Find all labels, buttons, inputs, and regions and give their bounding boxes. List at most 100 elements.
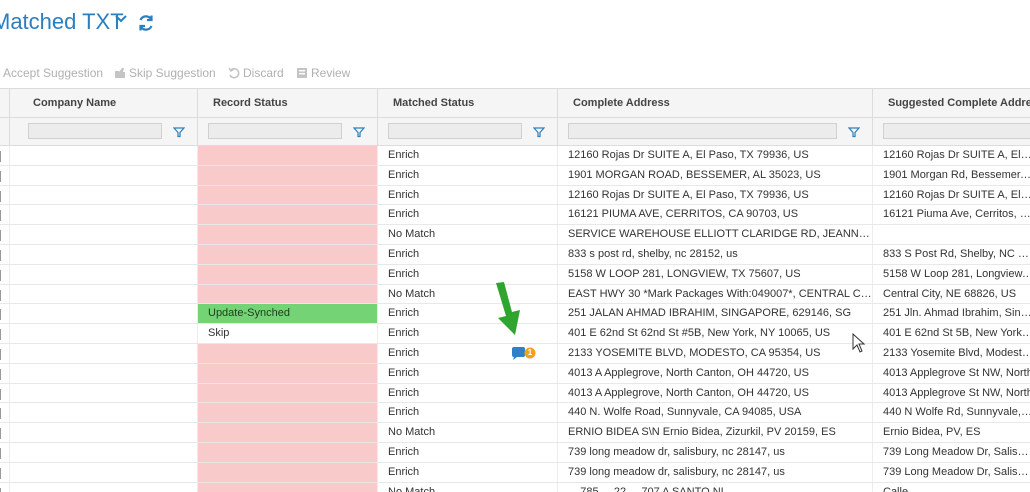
row-checkbox[interactable] [0, 210, 1, 222]
company-name-cell[interactable] [18, 264, 198, 284]
suggested-address-cell[interactable]: 440 N Wolfe Rd, Sunnyvale, CA [873, 403, 1030, 422]
matched-status-cell[interactable]: Enrich [378, 264, 558, 284]
complete-address-cell[interactable]: 251 JALAN AHMAD IBRAHIM, SINGAPORE, 6291… [558, 304, 873, 324]
table-row[interactable]: No Match SERVICE WAREHOUSE ELLIOTT CLARID… [0, 225, 1030, 245]
record-status-cell[interactable] [198, 383, 378, 403]
matched-status-cell[interactable]: Enrich [378, 403, 558, 423]
column-header-matched-status[interactable]: Matched Status [378, 89, 558, 117]
suggested-address-cell[interactable]: 12160 Rojas Dr SUITE A, El Paso [873, 186, 1030, 205]
record-status-cell[interactable] [198, 284, 378, 304]
complete-address-cell[interactable]: 2133 YOSEMITE BLVD, MODESTO, CA 95354, U… [558, 343, 873, 363]
suggested-address-cell[interactable]: 16121 Piuma Ave, Cerritos, CA [873, 205, 1030, 224]
column-header-record-status[interactable]: Record Status [198, 89, 378, 117]
company-name-cell[interactable] [18, 244, 198, 264]
company-name-cell[interactable] [18, 482, 198, 492]
discard-button[interactable]: Discard [228, 66, 284, 80]
table-row[interactable]: Enrich 4013 A Applegrove, North Canton, O… [0, 363, 1030, 384]
filter-icon[interactable] [533, 126, 545, 138]
record-status-cell[interactable] [198, 146, 378, 165]
row-checkbox[interactable] [0, 269, 1, 281]
filter-input-matched-status[interactable] [388, 123, 522, 139]
suggested-address-cell[interactable]: 401 E 62nd St 5B, New York, NY [873, 324, 1030, 343]
record-status-cell[interactable]: Skip [198, 324, 378, 343]
complete-address-cell[interactable]: 5158 W LOOP 281, LONGVIEW, TX 75607, US [558, 264, 873, 284]
complete-address-cell[interactable]: ... 785 ... 22 ... 707 A SANTO NI ... [558, 482, 873, 492]
filter-icon[interactable] [848, 126, 860, 138]
table-row[interactable]: Enrich 4013 A Applegrove, North Canton, O… [0, 383, 1030, 404]
skip-suggestion-button[interactable]: Skip Suggestion [114, 66, 216, 80]
company-name-cell[interactable] [18, 343, 198, 363]
company-name-cell[interactable] [18, 146, 198, 165]
suggested-address-cell[interactable]: 5158 W Loop 281, Longview, T... [873, 265, 1030, 284]
row-checkbox[interactable] [0, 487, 1, 492]
complete-address-cell[interactable]: 16121 PIUMA AVE, CERRITOS, CA 90703, US [558, 205, 873, 225]
row-checkbox[interactable] [0, 388, 1, 400]
refresh-icon[interactable] [137, 14, 155, 32]
filter-input-company-name[interactable] [28, 123, 162, 139]
matched-status-cell[interactable]: Enrich [378, 146, 558, 165]
company-name-cell[interactable] [18, 363, 198, 383]
company-name-cell[interactable] [18, 324, 198, 343]
matched-status-cell[interactable]: Enrich [378, 462, 558, 482]
complete-address-cell[interactable]: 440 N. Wolfe Road, Sunnyvale, CA 94085, … [558, 403, 873, 423]
suggested-address-cell[interactable]: 12160 Rojas Dr SUITE A, El Paso [873, 146, 1030, 165]
company-name-cell[interactable] [18, 442, 198, 462]
filter-icon[interactable] [353, 126, 365, 138]
row-checkbox[interactable] [0, 447, 1, 459]
matched-status-cell[interactable]: Enrich [378, 383, 558, 403]
complete-address-cell[interactable]: 12160 Rojas Dr SUITE A, El Paso, TX 7993… [558, 185, 873, 205]
select-all-header[interactable] [0, 89, 10, 117]
page-title[interactable]: Matched TXT [0, 9, 124, 35]
filter-input-suggested-address[interactable] [883, 123, 1030, 139]
table-row[interactable]: Enrich 12160 Rojas Dr SUITE A, El Paso, T… [0, 146, 1030, 166]
record-status-cell[interactable] [198, 442, 378, 462]
row-checkbox[interactable] [0, 249, 1, 261]
comment-icon[interactable]: 1 [511, 346, 537, 361]
table-row[interactable]: Enrich 16121 PIUMA AVE, CERRITOS, CA 9070… [0, 205, 1030, 226]
matched-status-cell[interactable]: No Match [378, 423, 558, 442]
row-checkbox[interactable] [0, 428, 1, 440]
matched-status-cell[interactable]: Enrich [378, 205, 558, 225]
suggested-address-cell[interactable]: 4013 Applegrove St NW, North [873, 364, 1030, 383]
record-status-cell[interactable] [198, 423, 378, 442]
company-name-cell[interactable] [18, 304, 198, 324]
suggested-address-cell[interactable]: 4013 Applegrove St NW, North [873, 384, 1030, 403]
table-row[interactable]: Enrich 440 N. Wolfe Road, Sunnyvale, CA 9… [0, 403, 1030, 424]
complete-address-cell[interactable]: 739 long meadow dr, salisbury, nc 28147,… [558, 462, 873, 482]
company-name-cell[interactable] [18, 185, 198, 205]
complete-address-cell[interactable]: EAST HWY 30 *Mark Packages With:049007*,… [558, 284, 873, 304]
company-name-cell[interactable] [18, 383, 198, 403]
matched-status-cell[interactable]: No Match [378, 284, 558, 304]
complete-address-cell[interactable]: 401 E 62nd St 62nd St #5B, New York, NY … [558, 324, 873, 343]
company-name-cell[interactable] [18, 423, 198, 442]
matched-status-cell[interactable]: Enrich [378, 363, 558, 383]
record-status-cell[interactable] [198, 482, 378, 492]
row-checkbox[interactable] [0, 151, 1, 162]
record-status-cell[interactable] [198, 343, 378, 363]
table-row[interactable]: Enrich 2133 YOSEMITE BLVD, MODESTO, CA 95… [0, 343, 1030, 364]
company-name-cell[interactable] [18, 284, 198, 304]
table-row[interactable]: Enrich 12160 Rojas Dr SUITE A, El Paso, T… [0, 185, 1030, 206]
company-name-cell[interactable] [18, 462, 198, 482]
column-header-complete-address[interactable]: Complete Address [558, 89, 873, 117]
accept-suggestion-button[interactable]: Accept Suggestion [3, 66, 103, 80]
suggested-address-cell[interactable]: 2133 Yosemite Blvd, Modesto, C [873, 344, 1030, 363]
filter-icon[interactable] [173, 126, 185, 138]
suggested-address-cell[interactable]: 739 Long Meadow Dr, Salisbur [873, 463, 1030, 482]
column-header-company-name[interactable]: Company Name [18, 89, 198, 117]
matched-status-cell[interactable]: Enrich [378, 442, 558, 462]
record-status-cell[interactable] [198, 363, 378, 383]
complete-address-cell[interactable]: 739 long meadow dr, salisbury, nc 28147,… [558, 442, 873, 462]
record-status-cell[interactable] [198, 264, 378, 284]
row-checkbox[interactable] [0, 190, 1, 202]
complete-address-cell[interactable]: 4013 A Applegrove, North Canton, OH 4472… [558, 363, 873, 383]
row-checkbox[interactable] [0, 467, 1, 479]
record-status-cell[interactable]: Update-Synched [198, 304, 378, 324]
complete-address-cell[interactable]: 1901 MORGAN ROAD, BESSEMER, AL 35023, US [558, 165, 873, 185]
row-checkbox[interactable] [0, 170, 1, 182]
row-checkbox[interactable] [0, 408, 1, 420]
table-row[interactable]: Enrich 739 long meadow dr, salisbury, nc … [0, 462, 1030, 483]
company-name-cell[interactable] [18, 225, 198, 244]
row-checkbox[interactable] [0, 289, 1, 301]
record-status-cell[interactable] [198, 462, 378, 482]
